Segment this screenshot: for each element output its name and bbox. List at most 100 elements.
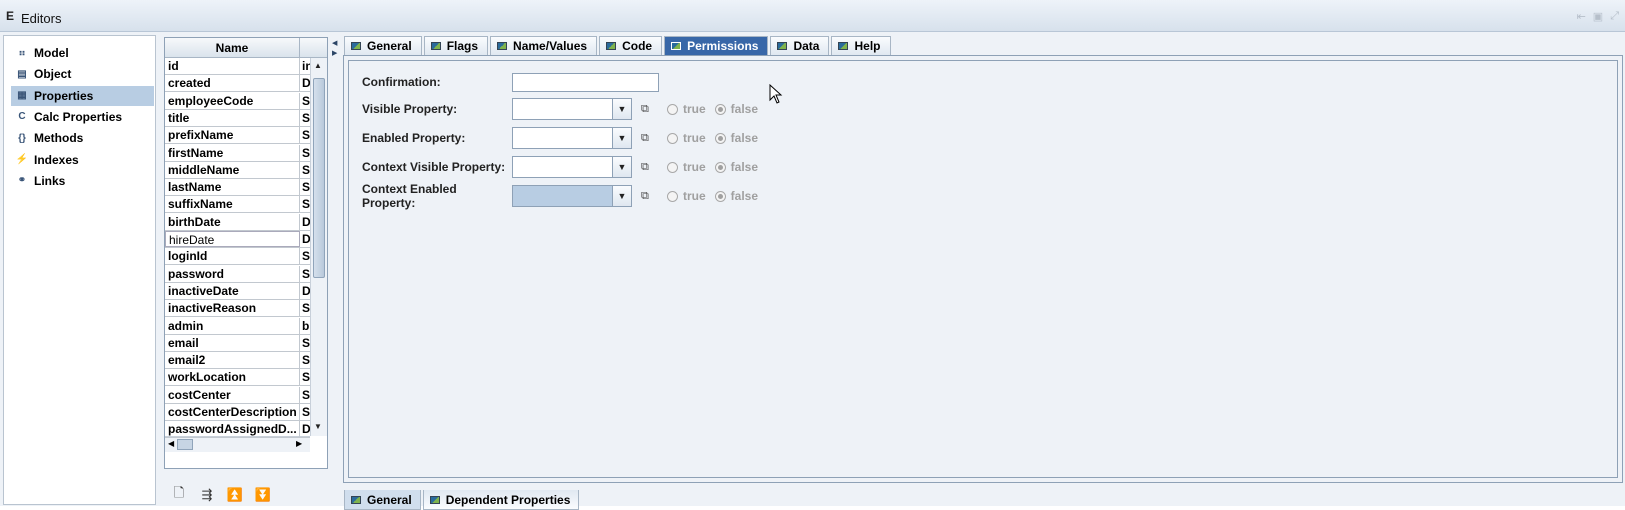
cell-name[interactable]: firstName bbox=[165, 144, 300, 161]
collapse-left-icon[interactable]: ◀ bbox=[332, 39, 337, 47]
nav-item-indexes[interactable]: ⚡ Indexes bbox=[11, 150, 154, 170]
cell-name[interactable]: id bbox=[165, 58, 300, 74]
vertical-scrollbar[interactable]: ▲ ▼ bbox=[310, 58, 327, 436]
combo-value[interactable] bbox=[513, 99, 612, 119]
nav-item-calc-properties[interactable]: C Calc Properties bbox=[11, 107, 154, 127]
table-row[interactable]: hireDate D bbox=[165, 231, 310, 248]
table-row[interactable]: admin b bbox=[165, 317, 310, 335]
cell-type[interactable]: S bbox=[300, 179, 310, 195]
tab-name-values[interactable]: Name/Values bbox=[490, 36, 598, 55]
cell-type[interactable]: S bbox=[300, 248, 310, 264]
table-row[interactable]: passwordAssignedD... D bbox=[165, 421, 310, 439]
cell-name[interactable]: email bbox=[165, 334, 300, 351]
restore-icon[interactable]: ▣ bbox=[1593, 10, 1603, 23]
table-row[interactable]: inactiveDate D bbox=[165, 282, 310, 300]
maximize-icon[interactable]: ⤢ bbox=[1610, 10, 1619, 23]
cell-type[interactable]: S bbox=[300, 387, 310, 403]
tab-flags[interactable]: Flags bbox=[423, 36, 489, 55]
cell-type[interactable]: D bbox=[300, 75, 310, 91]
cell-type[interactable]: S bbox=[300, 369, 310, 385]
property-combo[interactable]: ▼ bbox=[512, 127, 632, 149]
property-combo[interactable]: ▼ bbox=[512, 98, 632, 120]
chevron-down-icon[interactable]: ▼ bbox=[612, 128, 631, 148]
column-header-type[interactable] bbox=[300, 38, 327, 58]
table-row[interactable]: employeeCode S bbox=[165, 92, 310, 110]
radio-circle[interactable] bbox=[714, 132, 726, 144]
radio-circle[interactable] bbox=[714, 103, 726, 115]
radio-false[interactable]: false bbox=[714, 102, 758, 116]
radio-false[interactable]: false bbox=[714, 160, 758, 174]
open-link-icon[interactable]: ⧉ bbox=[641, 132, 653, 144]
minimize-icon[interactable]: ⇤ bbox=[1577, 10, 1586, 23]
tab-permissions[interactable]: Permissions bbox=[664, 36, 769, 55]
cell-name[interactable]: costCenterDescription bbox=[165, 404, 300, 420]
combo-value[interactable] bbox=[513, 186, 612, 206]
table-row[interactable]: email S bbox=[165, 334, 310, 352]
cell-type[interactable]: S bbox=[300, 352, 310, 368]
cell-name[interactable]: inactiveDate bbox=[165, 282, 300, 299]
radio-true[interactable]: true bbox=[667, 102, 706, 116]
open-link-icon[interactable]: ⧉ bbox=[641, 190, 653, 202]
new-row-icon[interactable]: 🗋 bbox=[169, 485, 189, 503]
tab-data[interactable]: Data bbox=[770, 36, 830, 55]
bottom-tab-dependent-properties[interactable]: Dependent Properties bbox=[422, 490, 580, 510]
radio-false[interactable]: false bbox=[714, 189, 758, 203]
move-bottom-icon[interactable]: ⏬ bbox=[253, 487, 273, 503]
cell-type[interactable]: S bbox=[300, 110, 310, 126]
radio-circle[interactable] bbox=[714, 190, 726, 202]
cell-type[interactable]: in bbox=[300, 58, 310, 74]
cell-type[interactable]: S bbox=[300, 93, 310, 109]
open-link-icon[interactable]: ⧉ bbox=[641, 103, 653, 115]
table-row[interactable]: idin bbox=[165, 58, 310, 75]
cell-type[interactable]: S bbox=[300, 404, 310, 420]
splitter[interactable]: ◀ ▶ bbox=[332, 35, 338, 505]
table-row[interactable]: birthDate D bbox=[165, 213, 310, 231]
cell-type[interactable]: S bbox=[300, 300, 310, 316]
cell-name[interactable]: lastName bbox=[165, 179, 300, 196]
cell-name[interactable]: middleName bbox=[165, 161, 300, 178]
radio-circle[interactable] bbox=[714, 161, 726, 173]
table-row[interactable]: email2 S bbox=[165, 352, 310, 370]
tab-general[interactable]: General bbox=[344, 36, 422, 55]
cell-name[interactable]: passwordAssignedD... bbox=[165, 421, 300, 438]
table-row[interactable]: inactiveReason S bbox=[165, 300, 310, 318]
cell-type[interactable]: S bbox=[300, 335, 310, 351]
table-row[interactable]: workLocation S bbox=[165, 369, 310, 387]
cell-type[interactable]: S bbox=[300, 162, 310, 178]
hscroll-thumb[interactable] bbox=[177, 439, 193, 450]
cell-type[interactable]: D bbox=[300, 421, 310, 437]
nav-item-properties[interactable]: ▦ Properties bbox=[11, 85, 154, 106]
table-row[interactable]: password S bbox=[165, 265, 310, 283]
table-row[interactable]: prefixName S bbox=[165, 127, 310, 145]
cell-type[interactable]: D bbox=[300, 214, 310, 230]
radio-circle[interactable] bbox=[667, 132, 678, 144]
radio-true[interactable]: true bbox=[667, 160, 706, 174]
scroll-up-icon[interactable]: ▲ bbox=[314, 61, 322, 70]
cell-type[interactable]: S bbox=[300, 266, 310, 282]
scroll-thumb[interactable] bbox=[313, 78, 325, 278]
tab-help[interactable]: Help bbox=[831, 36, 891, 55]
nav-item-links[interactable]: ⚭ Links bbox=[11, 171, 154, 191]
table-row[interactable]: costCenterDescription S bbox=[165, 404, 310, 421]
nav-item-methods[interactable]: {} Methods bbox=[11, 128, 154, 148]
cell-name[interactable]: employeeCode bbox=[165, 92, 300, 109]
table-row[interactable]: lastName S bbox=[165, 179, 310, 197]
confirmation-field[interactable] bbox=[512, 72, 659, 92]
cell-type[interactable]: S bbox=[300, 145, 310, 161]
scroll-left-icon[interactable]: ◀ bbox=[168, 439, 174, 448]
nav-item-model[interactable]: ⠶ Model bbox=[11, 43, 154, 63]
table-row[interactable]: costCenter S bbox=[165, 386, 310, 404]
radio-false[interactable]: false bbox=[714, 131, 758, 145]
scroll-down-icon[interactable]: ▼ bbox=[314, 422, 322, 431]
cell-name[interactable]: hireDate bbox=[165, 231, 300, 247]
table-row[interactable]: middleName S bbox=[165, 161, 310, 179]
tab-code[interactable]: Code bbox=[599, 36, 663, 55]
property-combo[interactable]: ▼ bbox=[512, 185, 632, 207]
chevron-down-icon[interactable]: ▼ bbox=[612, 157, 631, 177]
chevron-down-icon[interactable]: ▼ bbox=[612, 186, 631, 206]
cell-type[interactable]: b bbox=[300, 318, 310, 334]
chevron-down-icon[interactable]: ▼ bbox=[612, 99, 631, 119]
property-combo[interactable]: ▼ bbox=[512, 156, 632, 178]
collapse-right-icon[interactable]: ▶ bbox=[332, 49, 337, 57]
cell-name[interactable]: workLocation bbox=[165, 369, 300, 386]
